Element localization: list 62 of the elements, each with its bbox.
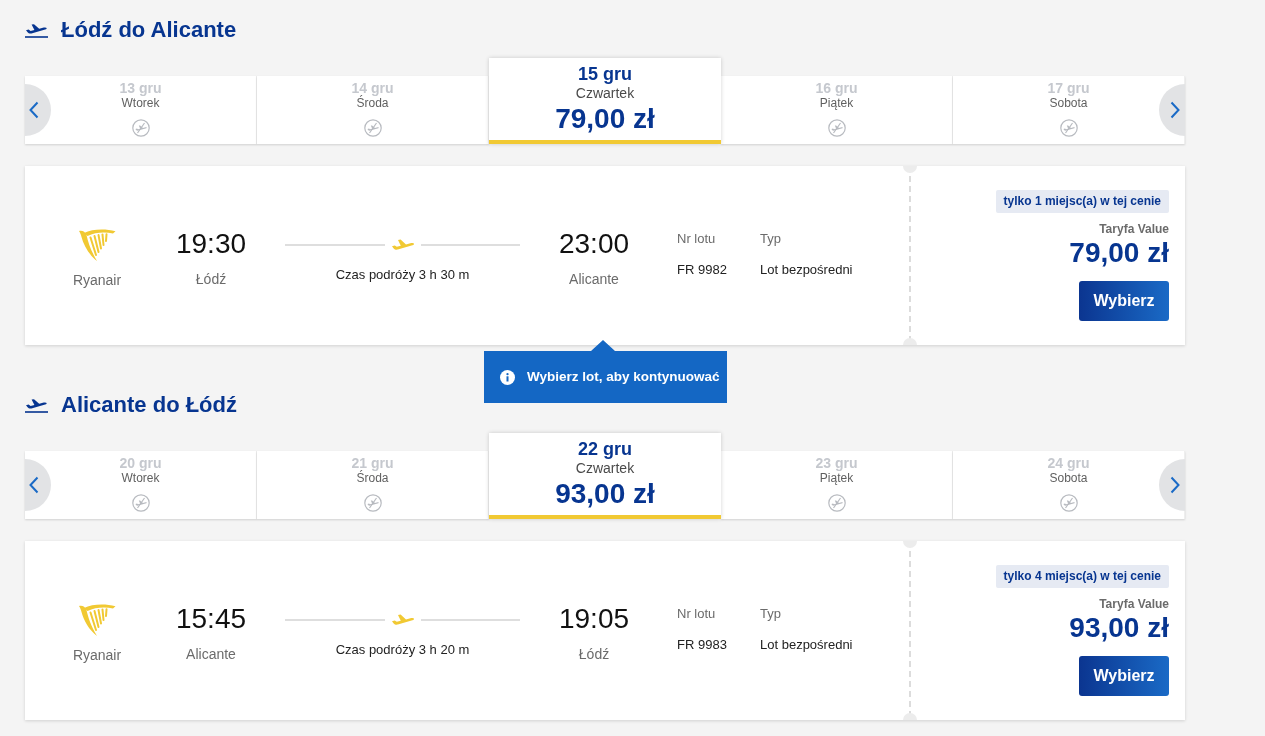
fare-price: 93,00 zł [1069,611,1169,645]
date-tab[interactable]: 17 gru Sobota [953,76,1185,144]
plane-icon [390,238,415,252]
ticket-notch [903,713,917,720]
crossed-plane-icon [827,494,846,512]
crossed-plane-icon [827,119,846,137]
departure-time: 15:45 [175,602,247,636]
departure-city: Alicante [186,646,236,662]
arrival-city: Alicante [569,271,619,287]
flight-number-label: Nr lotu [677,606,716,622]
flight-type-label: Typ [760,231,781,247]
chevron-right-icon [1170,476,1180,494]
date-tab[interactable]: 15 gru Czwartek 79,00 zł [489,58,721,144]
harp-logo [78,228,116,262]
harp-logo [78,603,116,637]
flight-duration: Czas podróży 3 h 30 m [335,267,470,283]
plane-takeoff-icon [25,22,48,38]
crossed-plane-icon [363,494,382,512]
ticket-notch [903,338,917,345]
chevron-right-icon [1170,101,1180,119]
date-tab[interactable]: 14 gru Środa [257,76,489,144]
seats-left-badge: tylko 1 miejsc(a) w tej cenie [995,190,1169,213]
date-tab[interactable]: 16 gru Piątek [721,76,953,144]
date-tab[interactable]: 20 gru Wtorek [25,451,257,519]
flight-number: FR 9982 [677,262,727,278]
crossed-plane-icon [131,119,150,137]
crossed-plane-icon [1059,119,1078,137]
crossed-plane-icon [1059,494,1078,512]
date-tab[interactable]: 13 gru Wtorek [25,76,257,144]
flight-type: Lot bezpośredni [760,637,853,653]
seats-left-badge: tylko 4 miejsc(a) w tej cenie [995,565,1169,588]
date-tab[interactable]: 23 gru Piątek [721,451,953,519]
crossed-plane-icon [363,119,382,137]
date-tab[interactable]: 21 gru Środa [257,451,489,519]
fare-name: Taryfa Value [1099,597,1169,611]
arrival-city: Łódź [578,646,610,662]
select-button[interactable]: Wybierz [1079,281,1169,321]
chevron-left-icon [29,476,39,494]
flight-duration: Czas podróży 3 h 20 m [335,642,470,658]
airline-name: Ryanair [72,647,122,663]
route-title: Łódź do Alicante [61,16,237,44]
date-tab[interactable]: 24 gru Sobota [953,451,1185,519]
plane-icon [390,613,415,627]
arrival-time: 19:05 [558,602,630,636]
route-title: Alicante do Łódź [61,391,237,419]
departure-city: Łódź [195,271,227,287]
tooltip-text: Wybierz lot, aby kontynuować [527,367,720,386]
select-button[interactable]: Wybierz [1079,656,1169,696]
airline-name: Ryanair [72,272,122,288]
fare-price: 79,00 zł [1069,236,1169,270]
plane-takeoff-icon [25,397,48,413]
arrival-time: 23:00 [558,227,630,261]
date-tab[interactable]: 22 gru Czwartek 93,00 zł [489,433,721,519]
flight-number: FR 9983 [677,637,727,653]
departure-time: 19:30 [175,227,247,261]
flight-type-label: Typ [760,606,781,622]
flight-number-label: Nr lotu [677,231,716,247]
chevron-left-icon [29,101,39,119]
crossed-plane-icon [131,494,150,512]
fare-name: Taryfa Value [1099,222,1169,236]
flight-type: Lot bezpośredni [760,262,853,278]
info-icon [500,369,515,385]
